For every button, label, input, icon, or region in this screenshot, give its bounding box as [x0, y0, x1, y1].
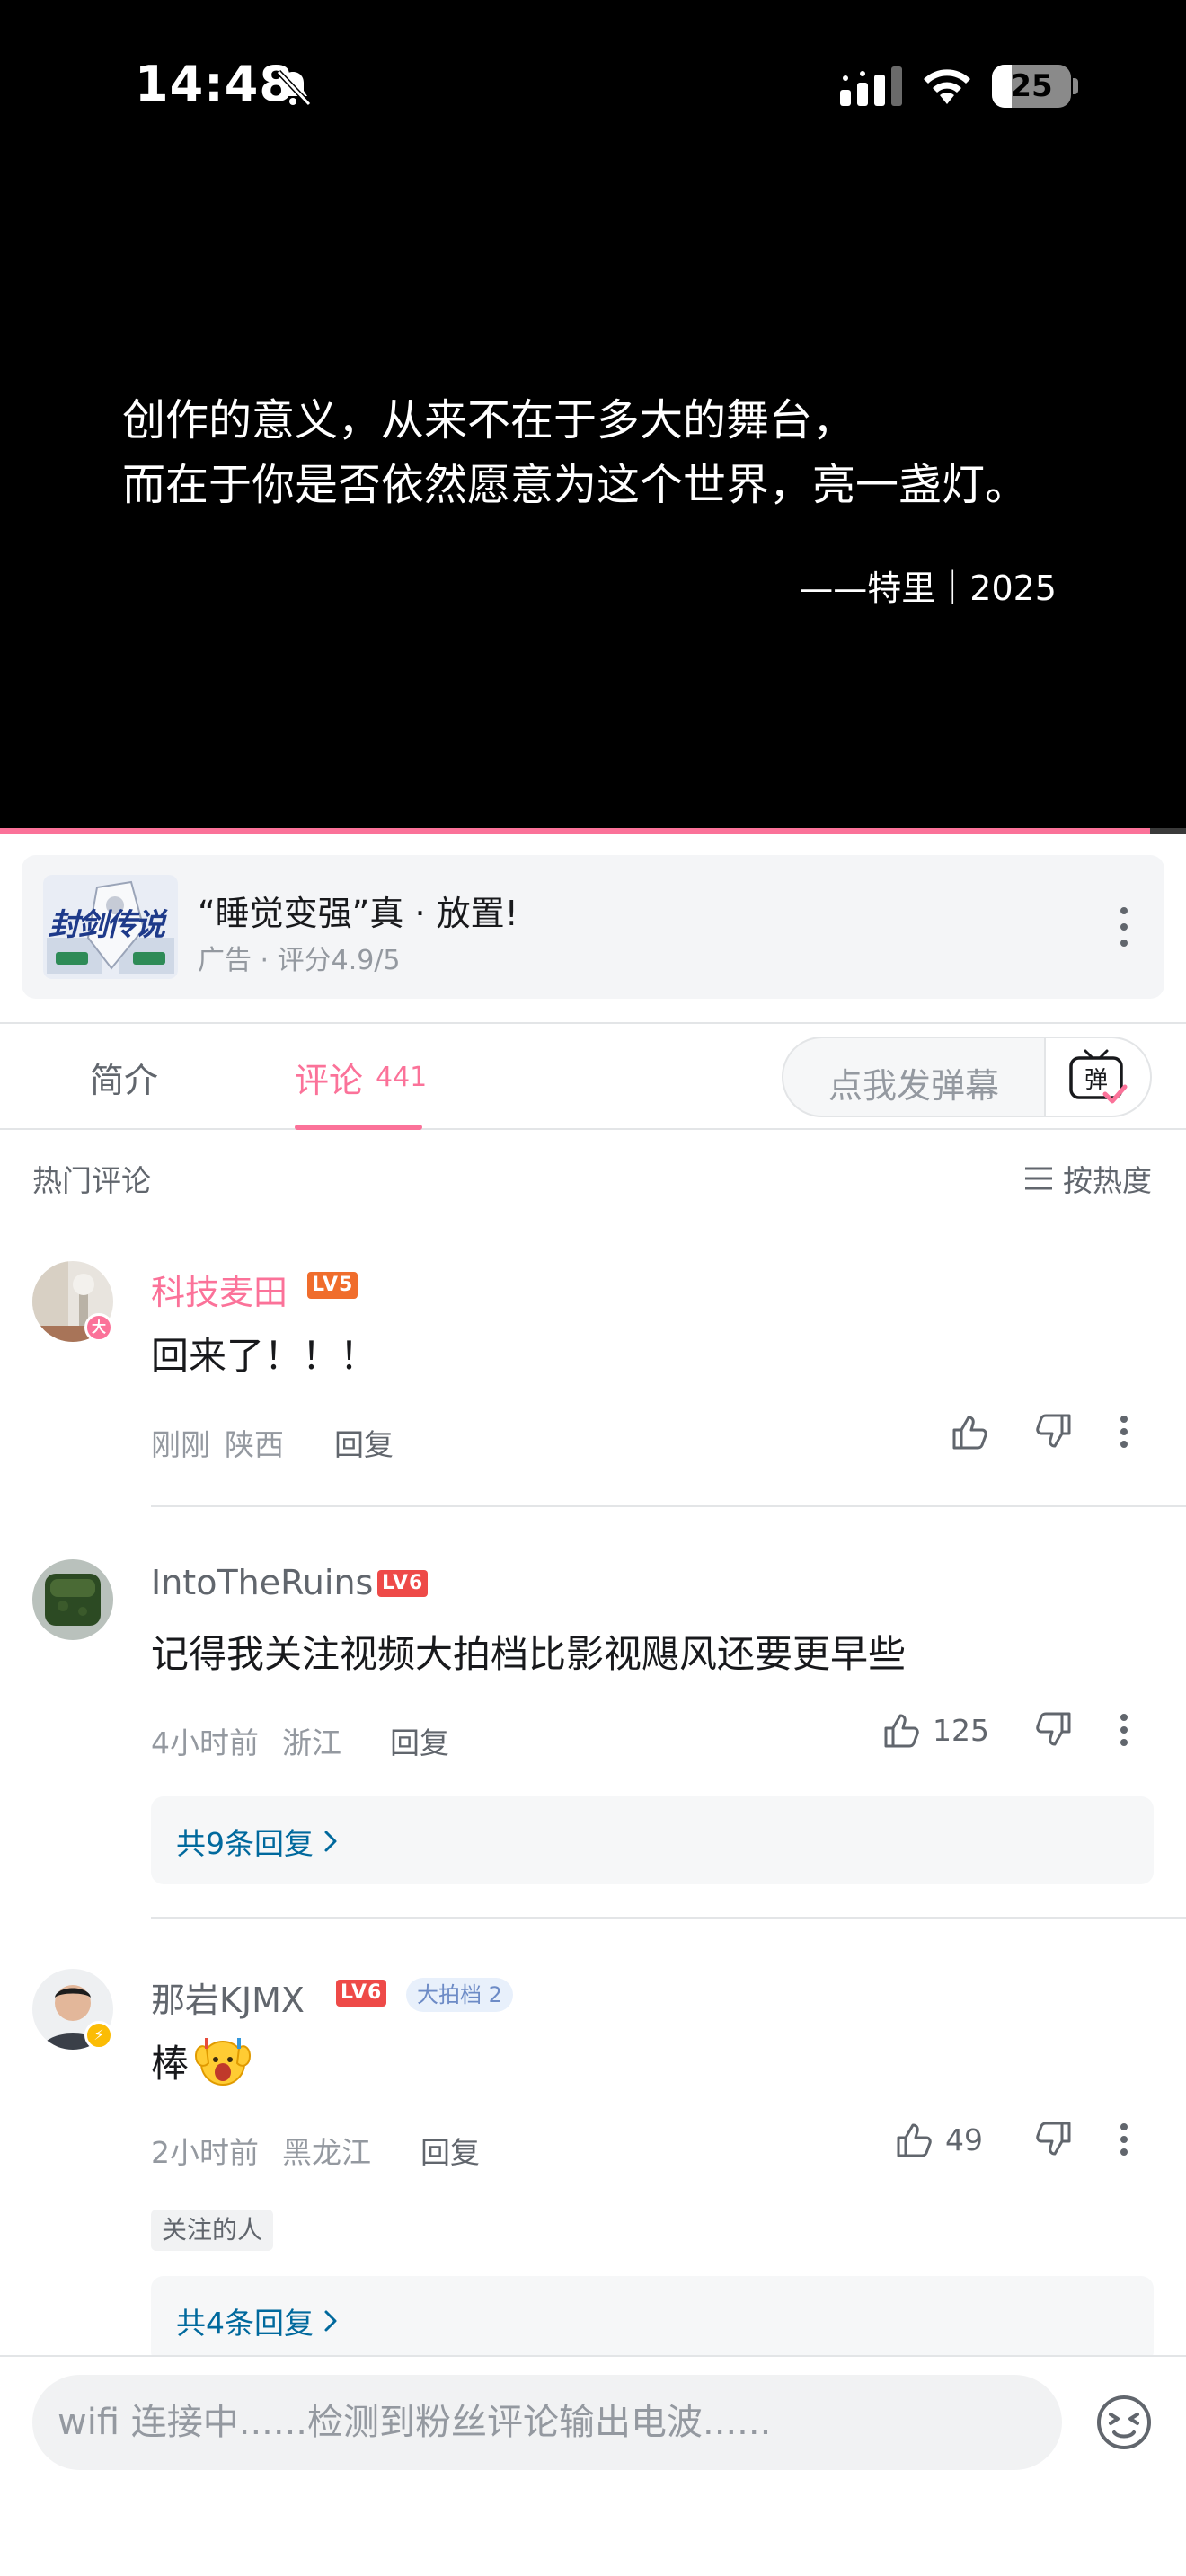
thumbs-up-icon: [897, 2123, 932, 2157]
tab-comments[interactable]: 评论: [295, 1053, 363, 1102]
bell-muted-icon: [276, 69, 312, 107]
thumbs-down-icon[interactable]: [1033, 1710, 1073, 1750]
comment-text: 记得我关注视频大拍档比影视飓风还要更早些: [151, 1632, 907, 1676]
video-progress-fill: [0, 828, 1151, 834]
active-tab-indicator: [295, 1125, 422, 1130]
like-count: 125: [933, 1712, 989, 1748]
reply-button[interactable]: 回复: [334, 1421, 394, 1464]
comment-time: 4小时前: [151, 1725, 259, 1760]
verified-badge-icon: ⚡: [84, 2021, 113, 2050]
more-vertical-icon[interactable]: [1118, 2122, 1130, 2157]
view-replies-button[interactable]: 共9条回复: [151, 1796, 1154, 1884]
danmaku-input[interactable]: 点我发弹幕 弹: [782, 1037, 1152, 1117]
reply-button[interactable]: 回复: [390, 1719, 449, 1762]
quote-line: 而在于你是否依然愿意为这个世界，亮一盏灯。: [122, 460, 1029, 510]
comment-location: 陕西: [225, 1427, 284, 1462]
wifi-icon: [924, 69, 970, 104]
reply-button[interactable]: 回复: [420, 2129, 480, 2172]
danmaku-placeholder: 点我发弹幕: [828, 1066, 1000, 1106]
fan-badge: 大拍档 2: [406, 1978, 513, 2012]
quote-signature: ——特里｜2025: [799, 569, 1057, 608]
battery-indicator: 25: [992, 65, 1078, 108]
battery-percent: 25: [1010, 68, 1053, 104]
thumbs-down-icon[interactable]: [1033, 1412, 1073, 1451]
emoji-icon[interactable]: [1094, 2393, 1154, 2452]
thumbs-up-icon: [952, 1416, 987, 1450]
tab-bar: 简介 评论 441 点我发弹幕 弹: [0, 1022, 1186, 1130]
avatar[interactable]: [32, 1559, 113, 1640]
comment-input-bar: wifi 连接中......检测到粉丝评论输出电波......: [0, 2355, 1186, 2576]
comment-divider: [151, 1917, 1186, 1919]
comment-username[interactable]: 那岩KJMX: [151, 1972, 305, 2022]
danmaku-toggle-button[interactable]: 弹: [1044, 1038, 1150, 1116]
like-count: 49: [945, 2122, 983, 2157]
comment-username[interactable]: 科技麦田: [151, 1265, 288, 1314]
video-player[interactable]: 14:48 25 创作的意义，从来不在于多大的舞台， 而在于你是否依然愿意为这个…: [0, 0, 1186, 834]
comment-location: 浙江: [282, 1725, 341, 1760]
level-badge: LV5: [307, 1272, 358, 1299]
replies-count-label: 共9条回复: [176, 1826, 314, 1861]
comments-count: 441: [376, 1062, 428, 1093]
ad-thumb-logo: 封剑传说: [49, 907, 165, 943]
quote-line: 创作的意义，从来不在于多大的舞台，: [122, 395, 856, 446]
tab-intro[interactable]: 简介: [90, 1053, 158, 1102]
status-bar: 14:48 25: [0, 0, 1186, 171]
view-replies-button[interactable]: 共4条回复: [151, 2276, 1154, 2364]
more-vertical-icon[interactable]: [1118, 1414, 1130, 1450]
shocked-face-emoji-icon: [195, 2037, 252, 2086]
ad-thumbnail: 封剑传说: [43, 875, 178, 979]
comment-time: 2小时前: [151, 2135, 259, 2170]
danmaku-icon-text: 弹: [1084, 1067, 1108, 1094]
thumbs-down-icon[interactable]: [1033, 2120, 1073, 2159]
video-progress-bar[interactable]: [0, 828, 1186, 834]
replies-count-label: 共4条回复: [176, 2306, 314, 2341]
danmaku-tv-icon: 弹: [1069, 1049, 1128, 1104]
chevron-right-icon: [324, 2310, 337, 2332]
thumbs-up-icon: [884, 1714, 919, 1748]
comment-divider: [151, 1505, 1186, 1507]
like-button[interactable]: [951, 1412, 990, 1451]
sort-by-hot-button[interactable]: 按热度: [1023, 1157, 1152, 1200]
level-badge: LV6: [377, 1570, 429, 1597]
level-badge: LV6: [336, 1980, 387, 2007]
video-quote: 创作的意义，从来不在于多大的舞台， 而在于你是否依然愿意为这个世界，亮一盏灯。: [122, 388, 1028, 517]
comment-text: 棒: [151, 2042, 190, 2086]
ad-title: “睡觉变强”真 · 放置!: [198, 894, 518, 933]
following-tag: 关注的人: [151, 2210, 274, 2251]
ad-card[interactable]: 封剑传说 “睡觉变强”真 · 放置! 广告 · 评分4.9/5: [22, 855, 1164, 999]
like-button[interactable]: 125: [882, 1710, 989, 1750]
cellular-signal-icon: [840, 66, 902, 106]
status-time: 14:48: [135, 56, 294, 112]
comment-input[interactable]: wifi 连接中......检测到粉丝评论输出电波......: [32, 2375, 1062, 2470]
hot-comments-heading: 热门评论: [32, 1163, 151, 1198]
chevron-right-icon: [324, 1831, 337, 1852]
like-button[interactable]: 49: [895, 2120, 983, 2159]
sort-label: 按热度: [1063, 1163, 1152, 1198]
more-vertical-icon[interactable]: [1118, 1712, 1130, 1748]
more-vertical-icon[interactable]: [1111, 904, 1137, 950]
comment-location: 黑龙江: [282, 2135, 371, 2170]
comment-time: 刚刚: [151, 1427, 210, 1462]
ad-subtitle: 广告 · 评分4.9/5: [198, 945, 401, 976]
vip-badge: 大: [84, 1313, 113, 1342]
sort-list-icon: [1025, 1167, 1052, 1190]
comment-text: 回来了！！！: [151, 1334, 378, 1378]
comment-username[interactable]: IntoTheRuins: [151, 1563, 373, 1602]
